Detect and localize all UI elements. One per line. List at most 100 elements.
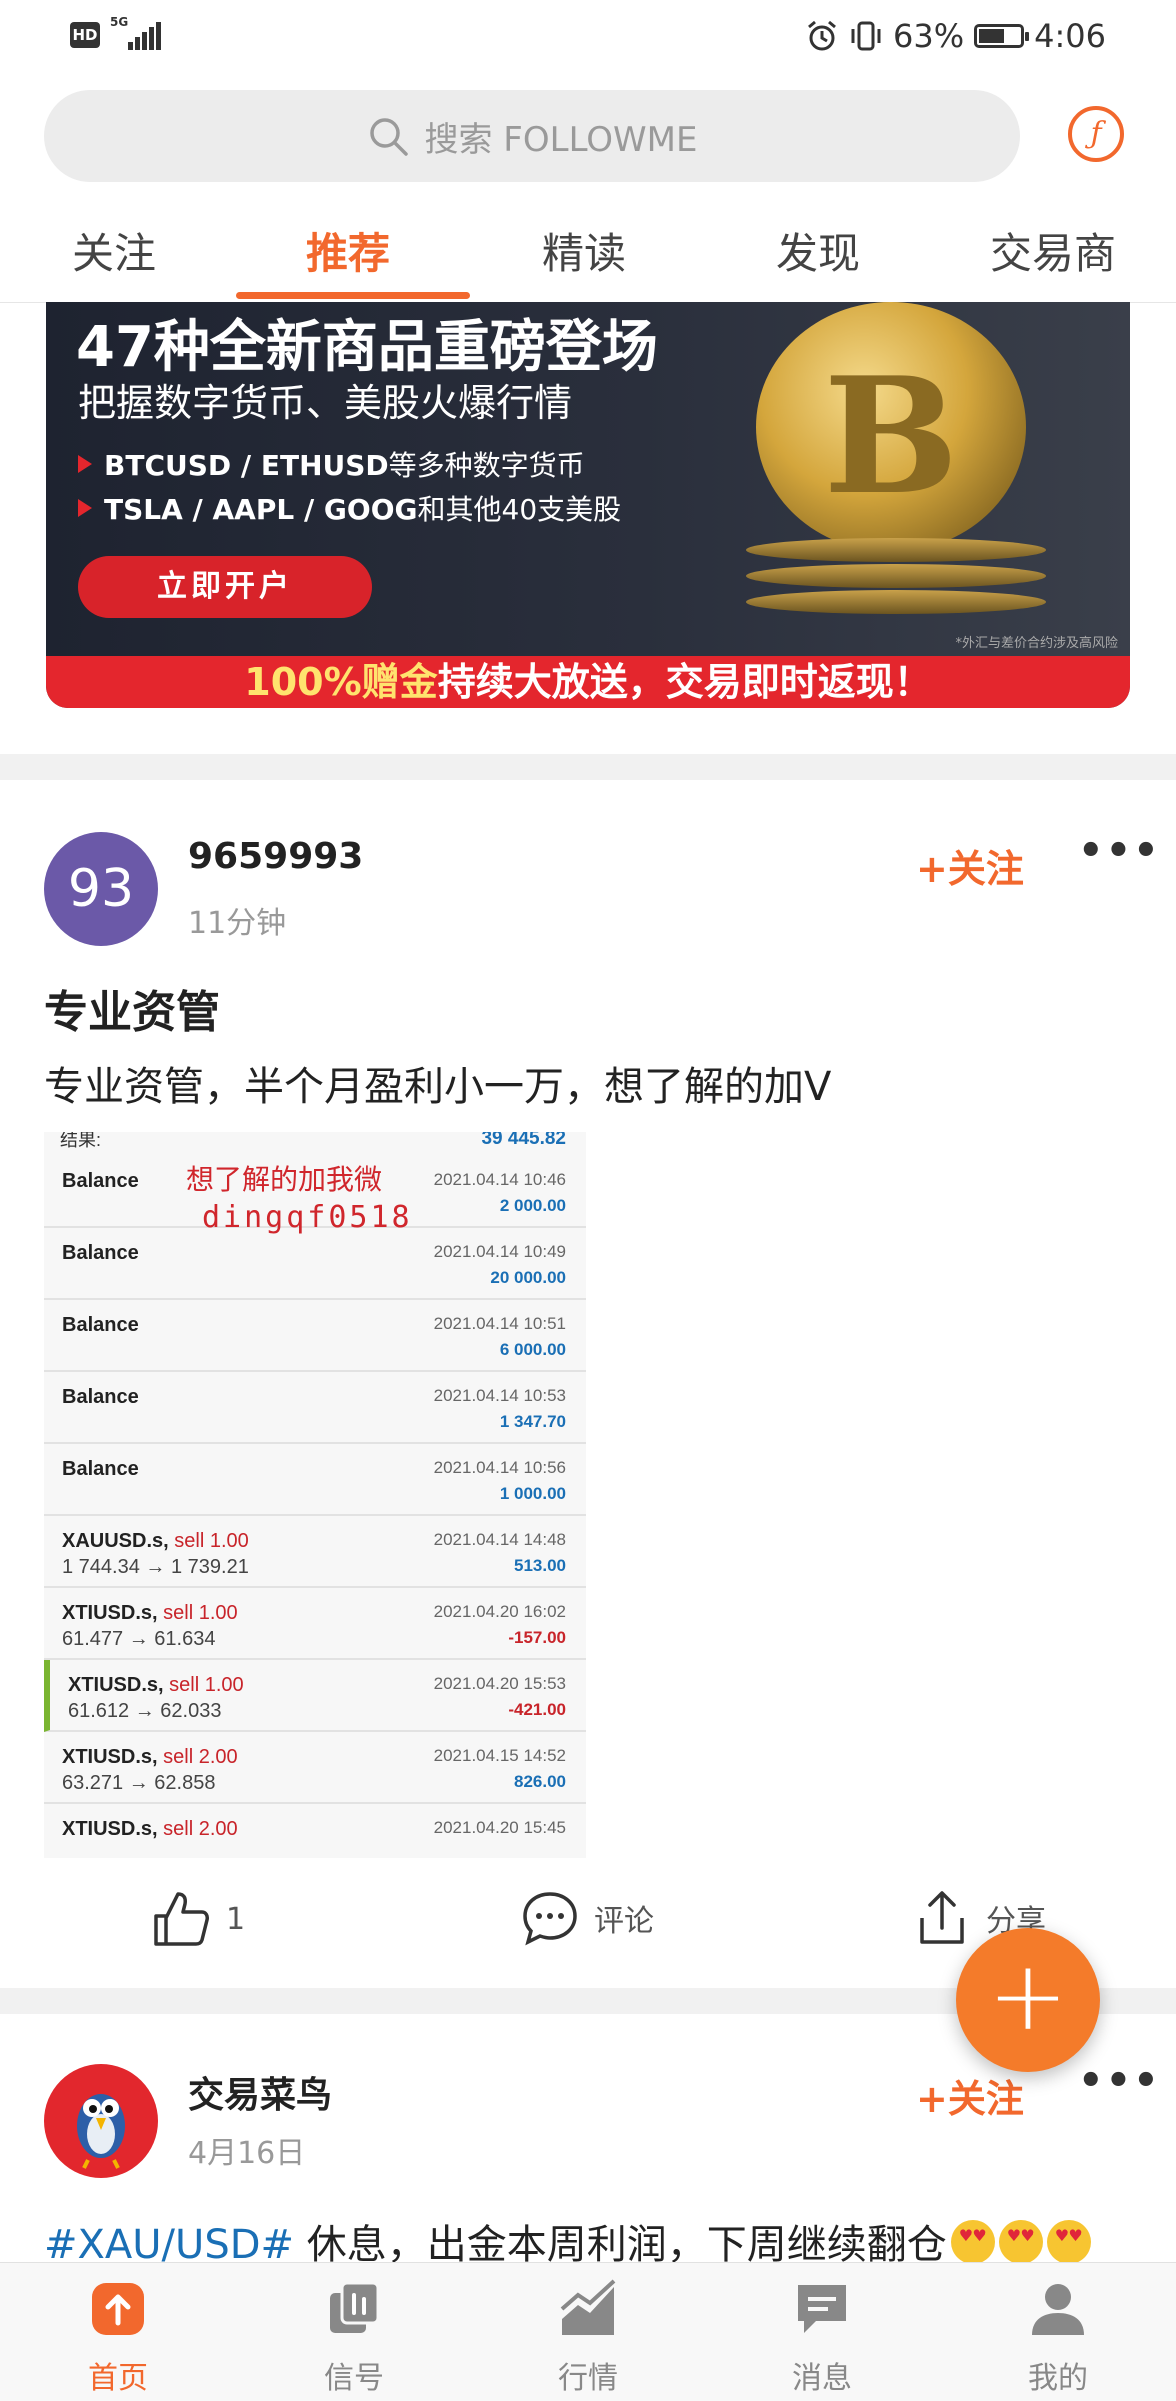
bullet-icon [78,499,92,517]
nav-home-label: 首页 [88,2361,148,2396]
post-username[interactable]: 9659993 [188,836,363,877]
search-placeholder: 搜索 FOLLOWME [424,119,698,160]
coin-stack [746,564,1046,588]
bird-mascot-icon [77,2094,125,2169]
trade-date: 2021.04.14 10:56 [433,1458,566,1477]
search-bar[interactable]: 搜索 FOLLOWME [44,90,1020,182]
status-right: 63% 4:06 [805,14,1106,58]
tab-featured[interactable]: 精读 [542,220,626,281]
banner-line-stocks: TSLA / AAPL / GOOG和其他40支美股 [78,488,621,528]
status-bar: HD 5G 63% 4:06 [0,0,1176,76]
banner-line1-text: 等多种数字货币 [388,449,585,482]
coin-icon[interactable]: ƒ [1068,106,1124,162]
nav-signal[interactable]: 信号 [284,2279,424,2397]
banner-line1-symbols: BTCUSD / ETHUSD [104,449,389,482]
alarm-icon [808,20,836,51]
trade-row: XTIUSD.s, sell 2.00 63.271 → 62.858 2021.0… [44,1732,586,1804]
trade-amount: -157.00 [508,1628,566,1647]
trade-prices: 63.271 → 62.858 [62,1772,216,1794]
avatar[interactable] [44,2064,158,2178]
post-time: 4月16日 [188,2136,306,2171]
battery-percent: 63% [893,17,965,55]
follow-button[interactable]: +关注 [916,838,1024,893]
comment-label: 评论 [594,1904,654,1939]
nav-home[interactable]: 首页 [48,2279,188,2397]
banner-line-crypto: BTCUSD / ETHUSD等多种数字货币 [78,444,585,484]
trade-symbol: XTIUSD.s, sell 2.00 [62,1746,238,1768]
section-divider [0,754,1176,780]
profile-icon [1032,2284,1084,2335]
trade-row: XAUUSD.s, sell 1.00 1 744.34 → 1 739.21 20… [44,1516,586,1588]
trade-row: XTIUSD.s, sell 2.00 2021.04.20 15:45 [44,1804,586,1858]
trade-side: sell 2.00 [163,1818,238,1840]
banner-footer-text: 持续大放送，交易即时返现！ [437,660,932,704]
signal-icon [330,2281,380,2333]
nav-profile-label: 我的 [1028,2361,1088,2396]
nav-market[interactable]: 行情 [518,2279,658,2397]
open-account-button[interactable]: 立即开户 [78,556,372,618]
feed-tabs: 关注 推荐 精读 发现 交易商 [0,210,1176,303]
avatar[interactable]: 93 [44,832,158,946]
home-upload-icon [92,2283,144,2335]
trade-symbol: Balance [62,1386,139,1408]
trade-date: 2021.04.20 16:02 [433,1602,566,1621]
follow-button[interactable]: +关注 [916,2068,1024,2123]
tab-follow[interactable]: 关注 [72,220,156,281]
trade-row: XTIUSD.s, sell 1.00 61.612 → 62.033 2021.0… [44,1660,586,1732]
more-options-icon[interactable]: ••• [1078,828,1161,874]
trade-row: Balance 2021.04.14 10:53 1 347.70 [44,1372,586,1444]
message-icon [798,2285,846,2333]
trade-amount: 6 000.00 [499,1340,566,1359]
comment-button[interactable]: 评论 [520,1888,654,1948]
comment-icon [523,1892,577,1946]
trade-side: sell 1.00 [163,1602,238,1624]
watermark-text: 想了解的加我微 [186,1164,383,1195]
hd-voice-icon: HD [70,22,100,48]
trade-row: Balance 2021.04.14 10:51 6 000.00 [44,1300,586,1372]
trade-prices: 61.612 → 62.033 [68,1700,222,1722]
trade-row: Balance 2021.04.14 10:56 1 000.00 [44,1444,586,1516]
heart-eyes-emoji-icon [1046,2220,1091,2264]
share-icon [920,1891,964,1944]
nav-signal-label: 信号 [324,2361,384,2396]
active-tab-indicator [236,292,470,299]
promo-banner[interactable]: B 47种全新商品重磅登场 把握数字货币、美股火爆行情 BTCUSD / ETH… [46,302,1130,708]
trade-prices: 1 744.34 → 1 739.21 [62,1556,249,1578]
trade-summary-value: 39 445.82 [481,1132,566,1149]
heart-eyes-emoji-icon [998,2220,1043,2264]
tab-discover[interactable]: 发现 [776,220,860,281]
nav-messages-label: 消息 [792,2361,852,2396]
banner-footer-highlight: 100%赠金 [244,660,438,704]
nav-messages[interactable]: 消息 [752,2279,892,2397]
create-post-button[interactable]: + [956,1928,1100,2072]
thumbs-up-icon [154,1892,209,1946]
post-username[interactable]: 交易菜鸟 [188,2066,332,2118]
trade-date: 2021.04.14 14:48 [433,1530,566,1549]
trade-symbol: XAUUSD.s, sell 1.00 [62,1530,249,1552]
tab-brokers[interactable]: 交易商 [990,220,1116,281]
post-title: 专业资管 [44,987,220,1038]
trade-prices: 61.477 → 61.634 [62,1628,216,1650]
trade-amount: 513.00 [514,1556,566,1575]
trade-symbol: Balance [62,1458,139,1480]
trade-symbol: XTIUSD.s, sell 1.00 [68,1674,244,1696]
bottom-nav: 首页 信号 行情 消息 我的 [0,2262,1176,2401]
banner-line2-text: 和其他40支美股 [417,493,622,526]
vibrate-icon [851,21,881,51]
bullet-icon [78,455,92,473]
market-chart-icon [560,2279,616,2335]
trade-amount: 1 347.70 [499,1412,566,1431]
trade-summary-row: 结果: 39 445.82 [44,1132,586,1150]
trade-summary-label: 结果: [60,1132,102,1150]
search-icon [369,118,408,156]
banner-line2-symbols: TSLA / AAPL / GOOG [104,493,418,526]
more-options-icon[interactable]: ••• [1078,2058,1161,2104]
trade-amount: 1 000.00 [499,1484,566,1503]
trade-amount: -421.00 [508,1700,566,1719]
like-button[interactable]: 1 [150,1888,245,1950]
tab-recommend[interactable]: 推荐 [306,220,390,281]
post-image-trade-history[interactable]: 结果: 39 445.82 Balance 2021.04.14 10:46 2 … [44,1132,586,1858]
nav-profile[interactable]: 我的 [988,2279,1128,2397]
post-time: 11分钟 [188,906,287,941]
nav-market-label: 行情 [558,2361,618,2396]
